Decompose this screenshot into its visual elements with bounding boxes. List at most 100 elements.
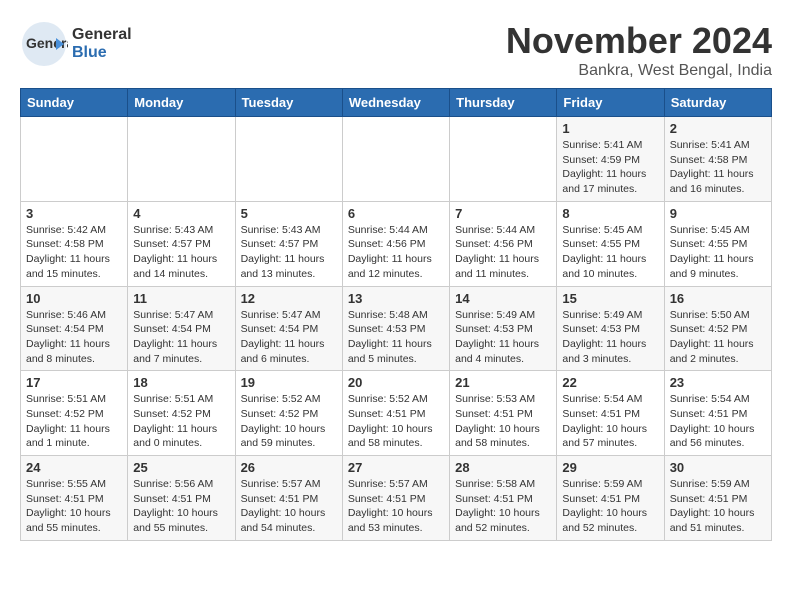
day-number: 18	[133, 375, 229, 390]
day-number: 15	[562, 291, 658, 306]
day-number: 26	[241, 460, 337, 475]
calendar-week-row: 10Sunrise: 5:46 AMSunset: 4:54 PMDayligh…	[21, 286, 772, 371]
calendar-cell: 4Sunrise: 5:43 AMSunset: 4:57 PMDaylight…	[128, 201, 235, 286]
calendar-cell: 22Sunrise: 5:54 AMSunset: 4:51 PMDayligh…	[557, 371, 664, 456]
day-info: Sunrise: 5:57 AMSunset: 4:51 PMDaylight:…	[348, 477, 444, 536]
logo-icon: General	[20, 20, 68, 68]
day-number: 14	[455, 291, 551, 306]
day-number: 30	[670, 460, 766, 475]
calendar-cell	[21, 117, 128, 202]
col-friday: Friday	[557, 89, 664, 117]
calendar-cell: 13 Sunrise: 5:48 AMSunset: 4:53 PMDayligh…	[342, 286, 449, 371]
day-number: 12	[241, 291, 337, 306]
month-title: November 2024	[506, 20, 772, 62]
day-number: 23	[670, 375, 766, 390]
logo-general: General	[72, 26, 132, 44]
title-block: November 2024 Bankra, West Bengal, India	[506, 20, 772, 80]
day-info: Sunrise: 5:52 AMSunset: 4:52 PMDaylight:…	[241, 392, 337, 451]
day-number: 2	[670, 121, 766, 136]
calendar-cell: 1 Sunrise: 5:41 AMSunset: 4:59 PMDaylight…	[557, 117, 664, 202]
calendar-cell: 19 Sunrise: 5:52 AMSunset: 4:52 PMDayligh…	[235, 371, 342, 456]
header: General General Blue November 2024 Bankr…	[20, 20, 772, 80]
calendar-cell: 26 Sunrise: 5:57 AMSunset: 4:51 PMDayligh…	[235, 456, 342, 541]
day-number: 19	[241, 375, 337, 390]
calendar-cell: 8 Sunrise: 5:45 AMSunset: 4:55 PMDaylight…	[557, 201, 664, 286]
day-info: Sunrise: 5:58 AMSunset: 4:51 PMDaylight:…	[455, 477, 551, 536]
day-info: Sunrise: 5:49 AMSunset: 4:53 PMDaylight:…	[455, 308, 551, 367]
col-tuesday: Tuesday	[235, 89, 342, 117]
calendar-cell	[235, 117, 342, 202]
day-info: Sunrise: 5:49 AMSunset: 4:53 PMDaylight:…	[562, 308, 658, 367]
calendar-cell: 3Sunrise: 5:42 AMSunset: 4:58 PMDaylight…	[21, 201, 128, 286]
day-info: Sunrise: 5:53 AMSunset: 4:51 PMDaylight:…	[455, 392, 551, 451]
calendar-cell: 17Sunrise: 5:51 AMSunset: 4:52 PMDayligh…	[21, 371, 128, 456]
calendar-table: Sunday Monday Tuesday Wednesday Thursday…	[20, 88, 772, 541]
col-saturday: Saturday	[664, 89, 771, 117]
col-thursday: Thursday	[450, 89, 557, 117]
day-number: 27	[348, 460, 444, 475]
calendar-cell: 28 Sunrise: 5:58 AMSunset: 4:51 PMDayligh…	[450, 456, 557, 541]
calendar-cell: 15 Sunrise: 5:49 AMSunset: 4:53 PMDayligh…	[557, 286, 664, 371]
day-info: Sunrise: 5:44 AMSunset: 4:56 PMDaylight:…	[348, 223, 444, 282]
day-number: 20	[348, 375, 444, 390]
location: Bankra, West Bengal, India	[506, 62, 772, 80]
day-number: 11	[133, 291, 229, 306]
day-info: Sunrise: 5:45 AMSunset: 4:55 PMDaylight:…	[562, 223, 658, 282]
calendar-week-row: 1 Sunrise: 5:41 AMSunset: 4:59 PMDaylight…	[21, 117, 772, 202]
calendar-cell: 21 Sunrise: 5:53 AMSunset: 4:51 PMDayligh…	[450, 371, 557, 456]
day-number: 1	[562, 121, 658, 136]
calendar-cell: 9 Sunrise: 5:45 AMSunset: 4:55 PMDaylight…	[664, 201, 771, 286]
calendar-week-row: 24Sunrise: 5:55 AMSunset: 4:51 PMDayligh…	[21, 456, 772, 541]
calendar-cell	[450, 117, 557, 202]
day-info: Sunrise: 5:50 AMSunset: 4:52 PMDaylight:…	[670, 308, 766, 367]
calendar-cell: 23 Sunrise: 5:54 AMSunset: 4:51 PMDayligh…	[664, 371, 771, 456]
day-info: Sunrise: 5:54 AMSunset: 4:51 PMDaylight:…	[670, 392, 766, 451]
day-number: 29	[562, 460, 658, 475]
calendar-week-row: 17Sunrise: 5:51 AMSunset: 4:52 PMDayligh…	[21, 371, 772, 456]
day-info: Sunrise: 5:47 AMSunset: 4:54 PMDaylight:…	[133, 308, 229, 367]
calendar-cell: 18Sunrise: 5:51 AMSunset: 4:52 PMDayligh…	[128, 371, 235, 456]
day-info: Sunrise: 5:46 AMSunset: 4:54 PMDaylight:…	[26, 308, 122, 367]
calendar-cell: 29 Sunrise: 5:59 AMSunset: 4:51 PMDayligh…	[557, 456, 664, 541]
calendar-cell: 5Sunrise: 5:43 AMSunset: 4:57 PMDaylight…	[235, 201, 342, 286]
day-info: Sunrise: 5:57 AMSunset: 4:51 PMDaylight:…	[241, 477, 337, 536]
calendar-cell: 10Sunrise: 5:46 AMSunset: 4:54 PMDayligh…	[21, 286, 128, 371]
calendar-cell	[342, 117, 449, 202]
day-number: 4	[133, 206, 229, 221]
calendar-cell: 20 Sunrise: 5:52 AMSunset: 4:51 PMDayligh…	[342, 371, 449, 456]
day-info: Sunrise: 5:54 AMSunset: 4:51 PMDaylight:…	[562, 392, 658, 451]
day-number: 8	[562, 206, 658, 221]
calendar-week-row: 3Sunrise: 5:42 AMSunset: 4:58 PMDaylight…	[21, 201, 772, 286]
day-number: 17	[26, 375, 122, 390]
calendar-cell: 24Sunrise: 5:55 AMSunset: 4:51 PMDayligh…	[21, 456, 128, 541]
calendar-cell: 14 Sunrise: 5:49 AMSunset: 4:53 PMDayligh…	[450, 286, 557, 371]
day-info: Sunrise: 5:48 AMSunset: 4:53 PMDaylight:…	[348, 308, 444, 367]
calendar-header-row: Sunday Monday Tuesday Wednesday Thursday…	[21, 89, 772, 117]
day-info: Sunrise: 5:42 AMSunset: 4:58 PMDaylight:…	[26, 223, 122, 282]
logo: General General Blue	[20, 20, 132, 68]
day-info: Sunrise: 5:41 AMSunset: 4:59 PMDaylight:…	[562, 138, 658, 197]
calendar-cell: 12 Sunrise: 5:47 AMSunset: 4:54 PMDayligh…	[235, 286, 342, 371]
day-info: Sunrise: 5:41 AMSunset: 4:58 PMDaylight:…	[670, 138, 766, 197]
calendar-cell: 27 Sunrise: 5:57 AMSunset: 4:51 PMDayligh…	[342, 456, 449, 541]
calendar-cell	[128, 117, 235, 202]
day-info: Sunrise: 5:52 AMSunset: 4:51 PMDaylight:…	[348, 392, 444, 451]
calendar-cell: 11 Sunrise: 5:47 AMSunset: 4:54 PMDayligh…	[128, 286, 235, 371]
day-info: Sunrise: 5:45 AMSunset: 4:55 PMDaylight:…	[670, 223, 766, 282]
day-info: Sunrise: 5:44 AMSunset: 4:56 PMDaylight:…	[455, 223, 551, 282]
day-number: 25	[133, 460, 229, 475]
day-info: Sunrise: 5:56 AMSunset: 4:51 PMDaylight:…	[133, 477, 229, 536]
day-number: 28	[455, 460, 551, 475]
calendar-cell: 25 Sunrise: 5:56 AMSunset: 4:51 PMDayligh…	[128, 456, 235, 541]
day-number: 7	[455, 206, 551, 221]
col-sunday: Sunday	[21, 89, 128, 117]
day-info: Sunrise: 5:59 AMSunset: 4:51 PMDaylight:…	[562, 477, 658, 536]
day-number: 9	[670, 206, 766, 221]
calendar-cell: 6Sunrise: 5:44 AMSunset: 4:56 PMDaylight…	[342, 201, 449, 286]
page-container: General General Blue November 2024 Bankr…	[0, 0, 792, 551]
col-wednesday: Wednesday	[342, 89, 449, 117]
day-number: 13	[348, 291, 444, 306]
day-number: 21	[455, 375, 551, 390]
day-info: Sunrise: 5:47 AMSunset: 4:54 PMDaylight:…	[241, 308, 337, 367]
day-number: 5	[241, 206, 337, 221]
